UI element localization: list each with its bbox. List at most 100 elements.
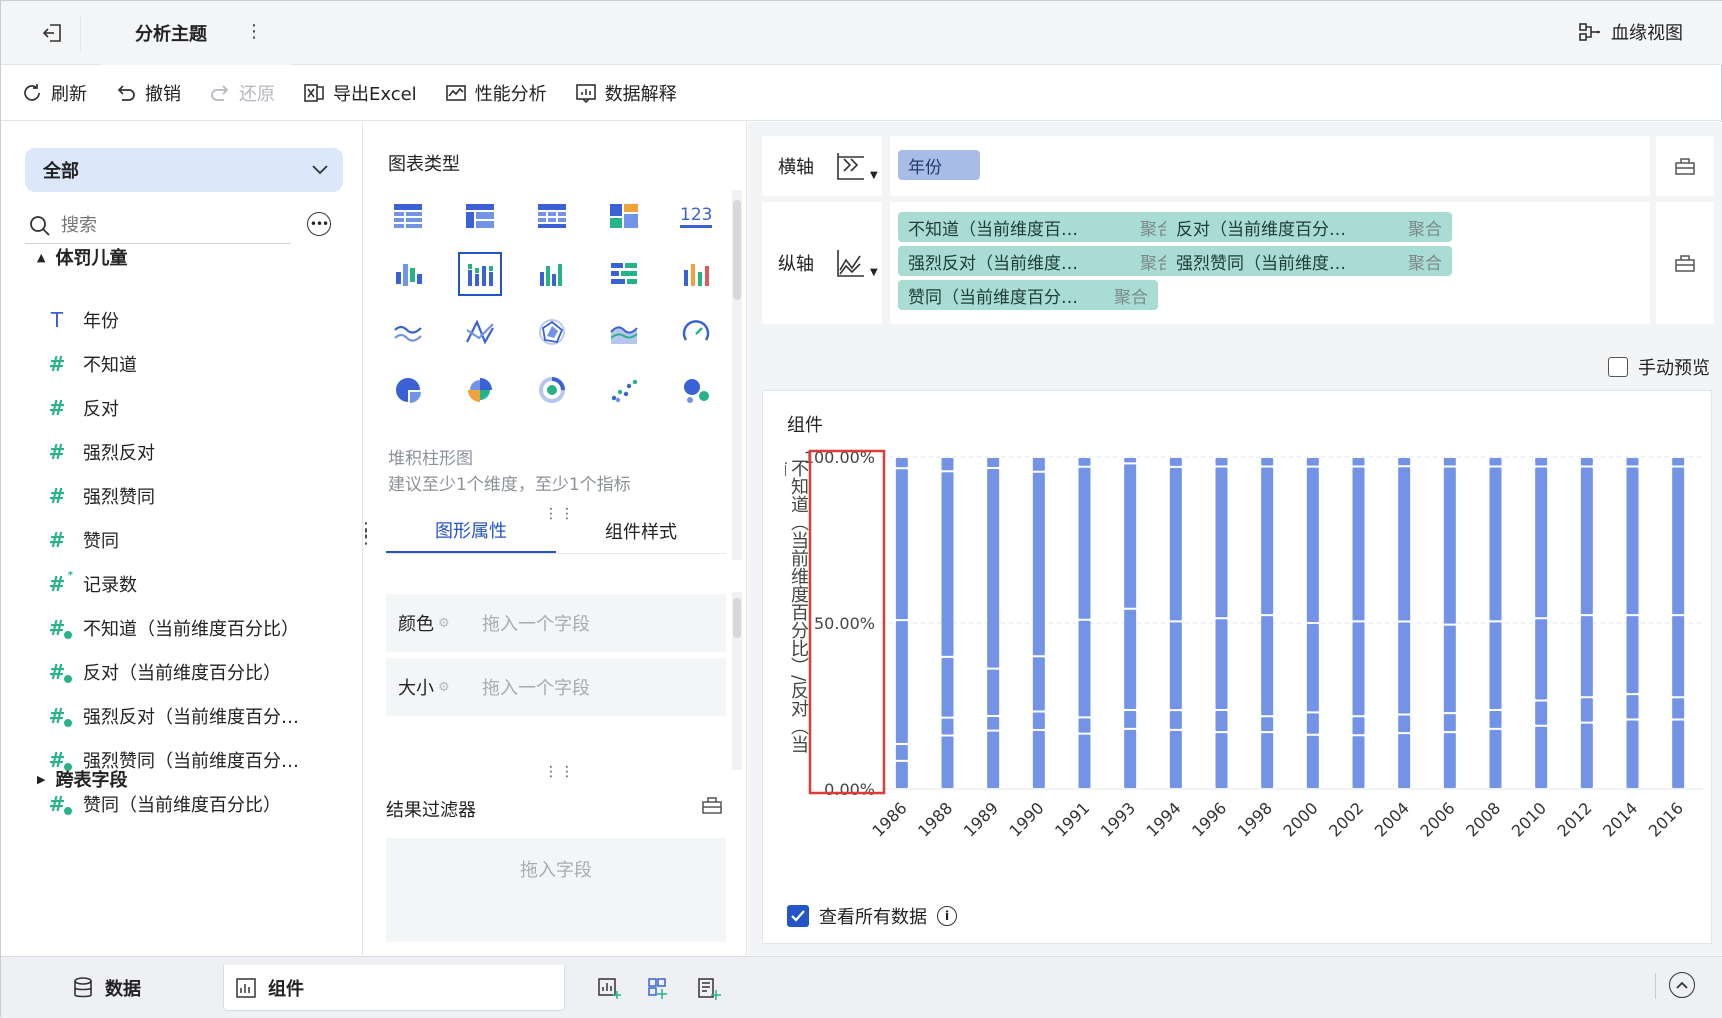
x-tick-label: 1986 bbox=[868, 798, 910, 840]
chart-type-cross-table-icon[interactable] bbox=[530, 194, 574, 238]
cross-table-group[interactable]: ▶ 跨表字段 bbox=[37, 766, 127, 792]
analysis-subject-title[interactable]: 分析主题 bbox=[101, 1, 291, 65]
y-axis-lock-icon[interactable] bbox=[1656, 202, 1714, 324]
y-axis-type-icon[interactable]: ▼ bbox=[834, 248, 878, 278]
tab-graph-properties[interactable]: 图形属性 bbox=[386, 508, 556, 553]
y-field-aggregation[interactable]: 聚合 bbox=[1408, 249, 1442, 274]
chart-type-radar-line-icon[interactable] bbox=[458, 310, 502, 354]
y-field-aggregation[interactable]: 聚合 bbox=[1408, 215, 1442, 240]
field-item[interactable]: # * 记录数 bbox=[45, 562, 345, 606]
view-all-data-checkbox[interactable] bbox=[787, 905, 809, 927]
field-item[interactable]: # 强烈反对 bbox=[45, 430, 345, 474]
chart-type-color-column-icon[interactable] bbox=[674, 252, 718, 296]
y-axis-field-pill[interactable]: 强烈赞同（当前维度… 聚合 bbox=[1166, 246, 1452, 276]
lineage-view-button[interactable]: 血缘视图 bbox=[1579, 19, 1683, 45]
chart-type-table-icon[interactable] bbox=[386, 194, 430, 238]
add-component-icon[interactable] bbox=[597, 977, 621, 1005]
group-header[interactable]: ▲ 体罚儿童 bbox=[37, 244, 127, 270]
add-dashboard-icon[interactable] bbox=[647, 977, 671, 1005]
stacked-bar-segment bbox=[1306, 467, 1319, 622]
chart-type-scrollbar[interactable] bbox=[732, 190, 742, 560]
stacked-bar-segment bbox=[895, 469, 908, 620]
chart-type-rose-icon[interactable] bbox=[458, 368, 502, 412]
stacked-bar-segment bbox=[1580, 698, 1593, 722]
x-axis-field-pill[interactable]: 年份 bbox=[898, 150, 980, 180]
stacked-bar-segment bbox=[1032, 458, 1045, 471]
view-all-data-toggle[interactable]: 查看所有数据 i bbox=[787, 903, 957, 929]
property-scrollbar[interactable] bbox=[732, 592, 742, 770]
scope-select[interactable]: 全部 bbox=[25, 148, 343, 192]
stacked-bar-segment bbox=[1215, 458, 1228, 466]
manual-preview-toggle[interactable]: 手动预览 bbox=[1608, 354, 1710, 380]
y-axis-field-pill[interactable]: 强烈反对（当前维度… 聚合 bbox=[898, 246, 1184, 276]
chart-type-waterfall-icon[interactable] bbox=[386, 252, 430, 296]
field-item[interactable]: # 赞同 bbox=[45, 518, 345, 562]
search-input[interactable] bbox=[61, 215, 261, 236]
add-story-icon[interactable] bbox=[697, 977, 721, 1005]
more-menu-icon[interactable]: ⋮ bbox=[245, 21, 263, 42]
measure-icon: # bbox=[48, 352, 66, 376]
collapse-up-icon[interactable] bbox=[1669, 972, 1695, 998]
chart-type-gauge-icon[interactable] bbox=[674, 310, 718, 354]
chart-type-card-icon[interactable] bbox=[602, 194, 646, 238]
field-panel: 全部 ••• ▲ 体罚儿童 T 年份 # 不知道 # 反对 # 强烈反对 # 强烈赞同 # 赞同 #* 记… bbox=[1, 122, 363, 956]
size-drop-row[interactable]: 大小 ⚙ 拖入一个字段 bbox=[386, 658, 726, 716]
chart-type-ring-icon[interactable] bbox=[530, 368, 574, 412]
y-axis-field-pill[interactable]: 赞同（当前维度百分… 聚合 bbox=[898, 280, 1158, 310]
stacked-bar-segment bbox=[1535, 619, 1548, 700]
y-tick-label: 0.00% bbox=[824, 780, 875, 799]
redo-button[interactable]: 还原 bbox=[209, 80, 275, 106]
tab-component[interactable]: 组件 bbox=[223, 965, 565, 1011]
data-explain-button[interactable]: 数据解释 bbox=[575, 80, 677, 106]
field-item[interactable]: # 不知道 bbox=[45, 342, 345, 386]
chart-type-group-table-icon[interactable] bbox=[458, 194, 502, 238]
chart-type-grouped-column-icon[interactable] bbox=[530, 252, 574, 296]
field-item[interactable]: # 强烈反对（当前维度百分… bbox=[45, 694, 345, 738]
info-icon[interactable]: i bbox=[937, 906, 957, 926]
stacked-bar-segment bbox=[1626, 695, 1639, 719]
chart-type-scatter-icon[interactable] bbox=[602, 368, 646, 412]
lineage-label: 血缘视图 bbox=[1611, 23, 1683, 44]
performance-button[interactable]: 性能分析 bbox=[445, 80, 547, 106]
horizontal-resize-handle[interactable]: ⋮⋮ bbox=[544, 764, 576, 780]
settings-icon[interactable]: ⚙ bbox=[438, 616, 450, 631]
y-axis-field-pill[interactable]: 不知道（当前维度百… 聚合 bbox=[898, 212, 1184, 242]
chart-type-bubble-icon[interactable] bbox=[674, 368, 718, 412]
chart-type-radar-icon[interactable] bbox=[530, 310, 574, 354]
undo-button[interactable]: 撤销 bbox=[115, 80, 181, 106]
field-label: 记录数 bbox=[83, 575, 137, 596]
manual-preview-checkbox[interactable] bbox=[1608, 357, 1628, 377]
color-drop-row[interactable]: 颜色 ⚙ 拖入一个字段 bbox=[386, 594, 726, 652]
more-options-icon[interactable]: ••• bbox=[307, 212, 331, 236]
chart-type-bar-icon[interactable] bbox=[602, 252, 646, 296]
chart-type-area-icon[interactable] bbox=[602, 310, 646, 354]
tab-component-style[interactable]: 组件样式 bbox=[556, 508, 726, 553]
x-axis-type-icon[interactable]: ▼ bbox=[834, 151, 878, 181]
y-axis-field-pill[interactable]: 反对（当前维度百分… 聚合 bbox=[1166, 212, 1452, 242]
export-excel-button[interactable]: 导出Excel bbox=[303, 80, 417, 106]
tab-data[interactable]: 数据 bbox=[73, 965, 141, 1011]
field-item[interactable]: # 强烈赞同 bbox=[45, 474, 345, 518]
settings-icon[interactable]: ⚙ bbox=[438, 680, 450, 695]
stacked-bar-segment bbox=[1489, 458, 1502, 466]
selected-chart-hint: 建议至少1个维度，至少1个指标 bbox=[388, 475, 631, 495]
field-item[interactable]: # 反对（当前维度百分比） bbox=[45, 650, 345, 694]
refresh-button[interactable]: 刷新 bbox=[21, 80, 87, 106]
result-filter-drop-zone[interactable]: 拖入字段 bbox=[386, 838, 726, 942]
stacked-bar-segment bbox=[1489, 729, 1502, 788]
x-axis-drop-zone[interactable]: 年份 bbox=[890, 136, 1650, 196]
stacked-bar-segment bbox=[987, 669, 1000, 716]
chart-type-line-icon[interactable] bbox=[386, 310, 430, 354]
exit-icon[interactable] bbox=[23, 15, 81, 51]
field-item[interactable]: # 不知道（当前维度百分比） bbox=[45, 606, 345, 650]
chart-type-stacked-column-icon[interactable] bbox=[458, 252, 502, 296]
field-item[interactable]: T 年份 bbox=[45, 298, 345, 342]
filter-lock-icon[interactable] bbox=[702, 796, 722, 818]
y-field-aggregation[interactable]: 聚合 bbox=[1114, 283, 1148, 308]
y-axis-drop-zone[interactable]: 不知道（当前维度百… 聚合 反对（当前维度百分… 聚合强烈反对（当前维度… 聚合 强烈赞同… bbox=[890, 202, 1650, 324]
field-item[interactable]: # 反对 bbox=[45, 386, 345, 430]
calc-measure-icon: # bbox=[45, 704, 73, 728]
chart-type-pie-icon[interactable] bbox=[386, 368, 430, 412]
chart-type-kpi-icon[interactable]: 123 bbox=[674, 194, 718, 238]
x-axis-lock-icon[interactable] bbox=[1656, 136, 1714, 196]
